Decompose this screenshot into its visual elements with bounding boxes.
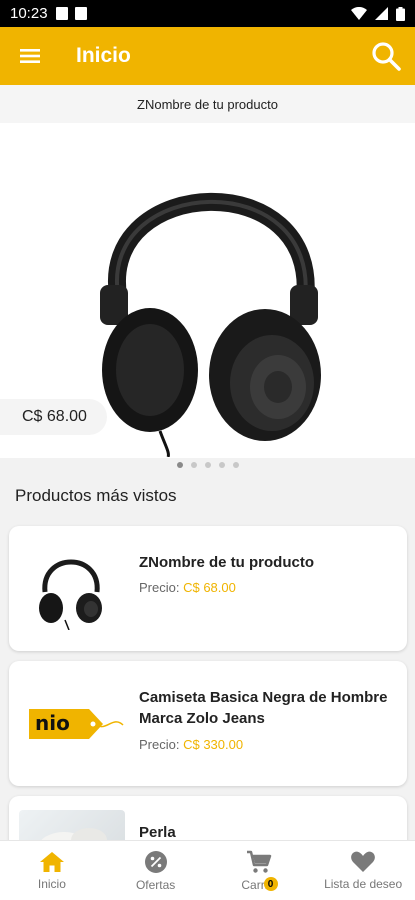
nav-label: Lista de deseo [324,877,403,891]
page-title: Inicio [76,44,131,67]
sd-card-icon [55,7,68,20]
carousel-dot[interactable] [190,462,197,468]
search-icon [372,42,401,71]
percent-badge-icon [144,850,167,873]
carousel-dot[interactable] [204,462,211,468]
product-card[interactable]: ZNombre de tu producto Precio: C$ 68.00 [9,526,407,651]
status-time: 10:23 [10,5,48,22]
signal-icon [375,7,388,20]
nav-item-carrito[interactable]: Carrito 0 [208,841,312,900]
calendar-icon [74,7,87,20]
battery-icon [396,6,405,21]
cart-count-badge: 0 [263,877,278,891]
nav-label: Ofertas [135,877,176,892]
nav-label: Inicio [37,876,66,891]
carousel-dot[interactable] [232,462,239,468]
home-icon [39,851,64,872]
carousel-dot[interactable] [218,462,225,468]
nav-item-ofertas[interactable]: Ofertas [104,841,208,900]
logo-text: nio [35,711,70,735]
product-name: Camiseta Basica Negra de Hombre Marca Zo… [139,689,388,727]
cart-icon [247,850,272,873]
product-price-line: Precio: C$ 330.00 [139,737,243,752]
headphones-image [100,192,321,457]
search-button[interactable] [357,27,415,85]
carousel-indicator [0,462,415,468]
price-label: Precio: [139,737,180,752]
hamburger-icon [20,49,40,63]
section-title: Productos más vistos [15,486,177,505]
product-thumbnail [39,559,102,630]
product-price-line: Precio: C$ 68.00 [139,580,236,595]
heart-icon [351,851,375,872]
featured-product-name[interactable]: ZNombre de tu producto [0,85,415,123]
nav-item-inicio[interactable]: Inicio [0,841,104,900]
menu-button[interactable] [0,27,60,85]
product-price: C$ 68.00 [183,580,236,595]
product-name: ZNombre de tu producto [139,554,314,571]
product-price: C$ 330.00 [183,737,244,752]
product-card[interactable]: nio Camiseta Basica Negra de Hombre Marc… [9,661,407,786]
status-bar: 10:23 [0,0,415,27]
app-bar: Inicio [0,27,415,85]
wifi-icon [351,7,367,20]
featured-price-tag: C$ 68.00 [0,399,107,435]
nio-logo-thumbnail: nio [27,705,125,743]
nav-item-lista-de-deseo[interactable]: Lista de deseo [311,841,415,900]
carousel-dot[interactable] [176,462,183,468]
bottom-navigation: Inicio Ofertas Carrito 0 Lista de deseo [0,840,415,900]
price-label: Precio: [139,580,180,595]
product-carousel[interactable]: C$ 68.00 [0,123,415,458]
